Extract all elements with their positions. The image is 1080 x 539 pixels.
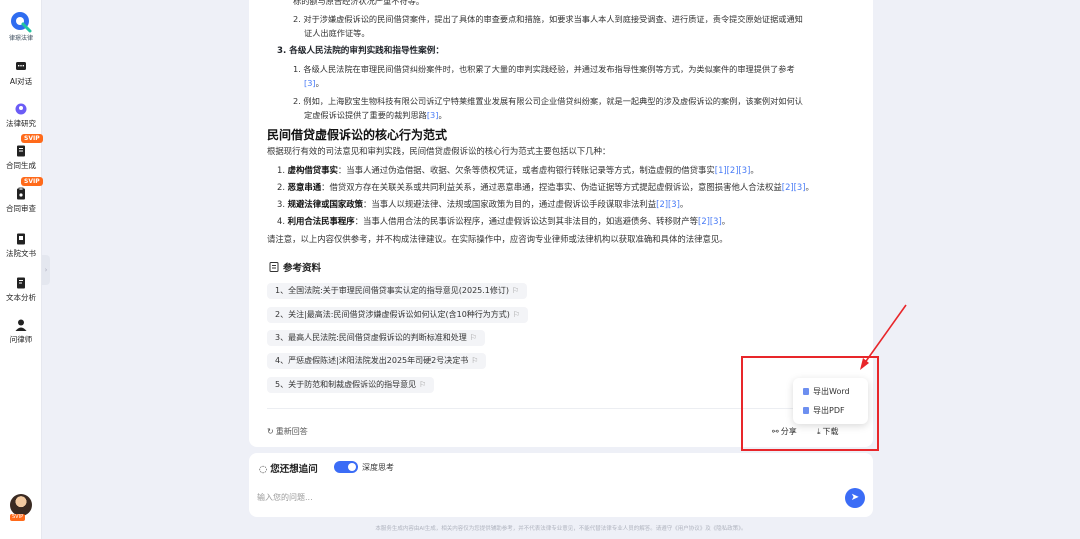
sidebar-item-label: 问律师	[9, 335, 33, 344]
text-analysis-icon	[17, 277, 25, 289]
sidebar-item-ai-chat[interactable]: AI对话	[0, 60, 42, 87]
behavior-item: 4. 利用合法民事程序：当事人借用合法的民事诉讼程序，通过虚假诉讼达到其非法目的…	[277, 216, 731, 226]
court-doc-icon	[17, 233, 25, 245]
citation-link[interactable]: [3]	[427, 110, 439, 120]
footer-disclaimer: 本服务生成内容由AI生成，相关内容仅为您提供辅助参考，并不代表法律专业意见，不能…	[375, 526, 747, 532]
lawyer-icon	[15, 319, 27, 331]
document-icon	[269, 262, 279, 272]
regenerate-button[interactable]: ↻ 重新回答	[267, 426, 308, 437]
sidebar-item-label: 合同审查	[6, 204, 36, 213]
deep-thinking-label: 深度思考	[362, 463, 394, 472]
avatar[interactable]	[10, 494, 32, 516]
answer-text-line: [3]。	[304, 78, 324, 88]
chat-icon	[16, 62, 26, 70]
logo-icon	[11, 12, 32, 33]
reference-item[interactable]: 1、全国法院:关于审理民间借贷事实认定的指导意见(2025.1修订) ⚐	[267, 283, 528, 299]
logo-text: 律璟法律	[8, 35, 33, 42]
behavior-item: 3. 规避法律或国家政策：当事人以规避法律、法规或国家政策为目的，通过虚假诉讼手…	[277, 199, 689, 209]
section-title: 3. 各级人民法院的审判实践和指导性案例：	[277, 46, 444, 56]
section-heading: 民间借贷虚假诉讼的核心行为范式	[267, 128, 448, 142]
intro-paragraph: 根据现行有效的司法意见和审判实践，民间借贷虚假诉讼的核心行为范式主要包括以下几种…	[267, 146, 611, 156]
flag-icon: ⚐	[512, 310, 521, 319]
answer-text-line: 2. 对于涉嫌虚假诉讼的民间借贷案件，提出了具体的审查要点和措施，如要求当事人本…	[293, 14, 803, 24]
sidebar: 律璟法律 AI对话 法律研究 SVIP 合同生成 SVIP 合同审查 法院文书 …	[0, 0, 43, 539]
sidebar-item-label: 文本分析	[6, 293, 36, 302]
contract-review-icon	[17, 187, 25, 200]
flag-icon: ⚐	[469, 333, 477, 342]
disclaimer-paragraph: 请注意，以上内容仅供参考，并不构成法律建议。在实际操作中，应咨询专业律师或法律机…	[267, 234, 728, 244]
references-title: 参考资料	[269, 260, 321, 274]
sidebar-item-contract-generate[interactable]: 合同生成	[0, 144, 42, 171]
sidebar-item-ask-lawyer[interactable]: 问律师	[0, 318, 42, 345]
followup-panel: ◌您还想追问 深度思考 ➤	[249, 453, 873, 517]
reference-item[interactable]: 5、关于防范和制裁虚假诉讼的指导意见 ⚐	[267, 377, 435, 393]
svip-badge: SVIP	[21, 134, 43, 143]
svip-badge: SVIP	[21, 177, 43, 186]
reference-item[interactable]: 2、关注|最高法:民间借贷涉嫌虚假诉讼如何认定(含10种行为方式) ⚐	[267, 307, 529, 323]
highlight-box	[741, 356, 879, 451]
sidebar-item-court-docs[interactable]: 法院文书	[0, 232, 42, 259]
flag-icon: ⚐	[512, 286, 520, 295]
send-icon: ➤	[850, 492, 860, 503]
sidebar-item-label: AI对话	[9, 77, 33, 86]
research-icon	[15, 103, 27, 115]
flag-icon: ⚐	[471, 356, 479, 365]
send-button[interactable]: ➤	[845, 488, 865, 508]
deep-thinking-toggle[interactable]	[334, 461, 358, 473]
followup-title: ◌ 您还想追问	[259, 464, 318, 475]
sidebar-item-legal-research[interactable]: 法律研究	[0, 102, 42, 129]
answer-text-line: 2. 例如，上海欧宝生物科技有限公司诉辽宁特莱维置业发展有限公司企业借贷纠纷案，…	[293, 96, 803, 106]
sidebar-item-contract-review[interactable]: 合同审查	[0, 187, 42, 214]
sidebar-item-text-analysis[interactable]: 文本分析	[0, 276, 42, 303]
reference-item[interactable]: 3、最高人民法院:民间借贷虚假诉讼的判断标准和处理 ⚐	[267, 330, 485, 346]
reference-item[interactable]: 4、严惩虚假陈述|沭阳法院发出2025年司硬2号决定书 ⚐	[267, 353, 487, 369]
answer-text-line: 标的额与原告经济状况严重不符等。	[293, 0, 425, 6]
answer-text-line: 定虚假诉讼提供了重要的裁判思路[3]。	[304, 110, 447, 120]
behavior-item: 2. 恶意串通：借贷双方存在关联关系或共同利益关系，通过恶意串通，捏造事实、伪造…	[277, 182, 814, 192]
avatar-svip-badge: SVIP	[10, 514, 26, 521]
question-input[interactable]	[257, 493, 817, 502]
chat-bubble-icon: ◌	[259, 464, 268, 475]
behavior-item: 1. 虚构借贷事实：当事人通过伪造借据、收据、欠条等债权凭证，或者虚构银行转账记…	[277, 165, 759, 175]
citation-link[interactable]: [2][3]	[698, 216, 722, 226]
answer-text-line: 1. 各级人民法院在审理民间借贷纠纷案件时，也积累了大量的审判实践经验，并通过发…	[293, 64, 795, 74]
sidebar-item-label: 法院文书	[6, 249, 36, 258]
citation-link[interactable]: [2][3]	[656, 199, 680, 209]
sidebar-item-label: 合同生成	[6, 161, 36, 170]
sidebar-collapse-handle[interactable]: ›	[42, 255, 50, 285]
answer-text-line: 证人出庭作证等。	[304, 28, 370, 38]
citation-link[interactable]: [2][3]	[782, 182, 806, 192]
contract-generate-icon	[17, 145, 25, 157]
sidebar-item-label: 法律研究	[6, 119, 36, 128]
citation-link[interactable]: [1][2][3]	[715, 165, 751, 175]
flag-icon: ⚐	[419, 380, 427, 389]
citation-link[interactable]: [3]	[304, 78, 316, 88]
refresh-icon: ↻	[267, 427, 274, 436]
